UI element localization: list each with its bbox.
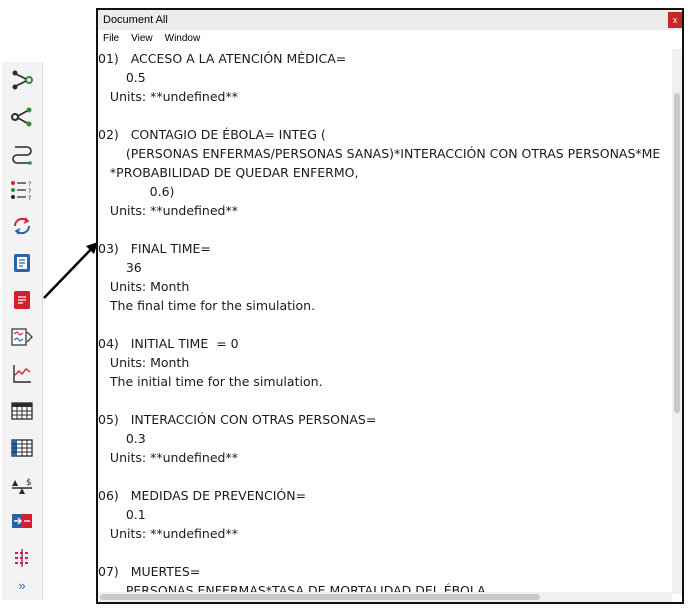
document-line: The final time for the simulation. bbox=[98, 298, 316, 313]
document-line: 07) MUERTES= bbox=[98, 564, 201, 579]
document-line: 36 bbox=[98, 260, 142, 275]
close-button[interactable]: x bbox=[668, 12, 682, 28]
document-line: Units: **undefined** bbox=[98, 89, 238, 104]
document-line: 04) INITIAL TIME = 0 bbox=[98, 336, 239, 351]
document-line: 0.3 bbox=[98, 431, 146, 446]
document-line: *PROBABILIDAD DE QUEDAR ENFERMO, bbox=[98, 165, 359, 180]
document-line: (PERSONAS ENFERMAS/PERSONAS SANAS)*INTER… bbox=[98, 146, 661, 161]
document-line: 01) ACCESO A LA ATENCIÓN MÉDICA= bbox=[98, 51, 347, 66]
document-line: 0.5 bbox=[98, 70, 146, 85]
menu-window[interactable]: Window bbox=[165, 30, 201, 47]
menu-file[interactable]: File bbox=[103, 30, 119, 47]
document-line: Units: **undefined** bbox=[98, 203, 238, 218]
horizontal-scroll-thumb[interactable] bbox=[100, 594, 540, 600]
document-text[interactable]: 01) ACCESO A LA ATENCIÓN MÉDICA= 0.5 Uni… bbox=[98, 49, 672, 594]
vertical-scrollbar[interactable] bbox=[672, 49, 682, 594]
document-line: Units: Month bbox=[98, 355, 190, 370]
window-title: Document All bbox=[103, 14, 168, 26]
document-line: 06) MEDIDAS DE PREVENCIÓN= bbox=[98, 488, 307, 503]
vertical-scroll-thumb[interactable] bbox=[674, 93, 680, 413]
document-line: 02) CONTAGIO DE ÉBOLA= INTEG ( bbox=[98, 127, 326, 142]
horizontal-scrollbar[interactable] bbox=[98, 592, 672, 602]
document-line: 0.6) bbox=[98, 184, 175, 199]
menu-view[interactable]: View bbox=[131, 30, 153, 47]
document-line: The initial time for the simulation. bbox=[98, 374, 323, 389]
document-line: 03) FINAL TIME= bbox=[98, 241, 211, 256]
document-line: 05) INTERACCIÓN CON OTRAS PERSONAS= bbox=[98, 412, 377, 427]
document-line: Units: Month bbox=[98, 279, 190, 294]
document-line: Units: **undefined** bbox=[98, 450, 238, 465]
document-window: Document All x File View Window 01) ACCE… bbox=[96, 8, 684, 604]
menu-bar: File View Window bbox=[98, 30, 682, 47]
window-titlebar: Document All x bbox=[98, 10, 682, 30]
document-line: Units: **undefined** bbox=[98, 526, 238, 541]
document-line: 0.1 bbox=[98, 507, 146, 522]
